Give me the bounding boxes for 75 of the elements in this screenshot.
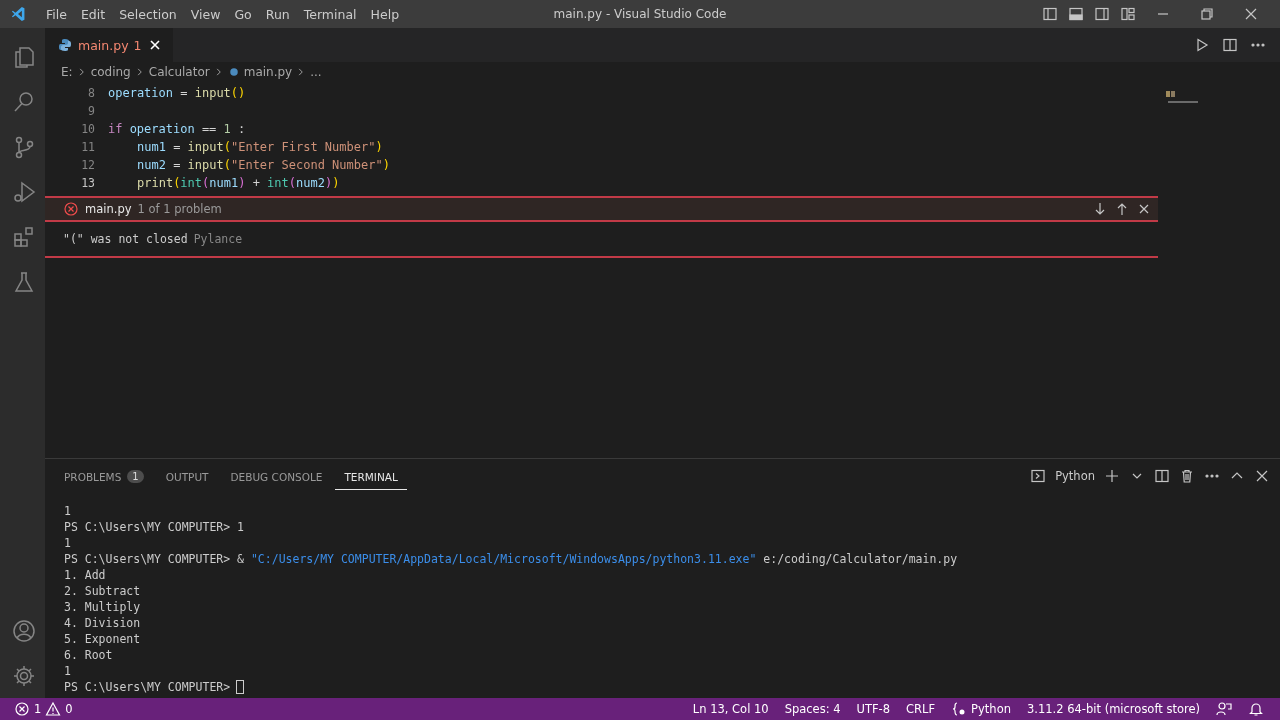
menu-item[interactable]: Run [258, 6, 297, 22]
window-title: main.py - Visual Studio Code [553, 7, 727, 21]
split-terminal-icon[interactable] [1154, 468, 1170, 484]
terminal-line: 1 [64, 664, 71, 678]
panel-layout-icon[interactable] [1068, 6, 1084, 22]
code-line: print(int(num1) + int(num2)) [137, 176, 340, 190]
terminal-line: 6. Root [64, 648, 113, 662]
breadcrumb-item[interactable]: E: [61, 65, 73, 79]
menu-item[interactable]: Selection [112, 6, 184, 22]
terminal-line: 1. Add [64, 568, 106, 582]
terminal-line: 5. Exponent [64, 632, 141, 646]
line-number: 8 [87, 86, 95, 100]
line-number: 12 [80, 158, 95, 172]
plus-icon[interactable] [1104, 468, 1120, 484]
split-editor-icon[interactable] [1222, 37, 1238, 53]
panel-tab[interactable]: DEBUG CONSOLE [221, 462, 332, 490]
python-file-icon [57, 37, 73, 53]
account-icon[interactable] [10, 617, 37, 644]
vscode-logo-icon [9, 5, 27, 23]
error-source: Pylance [193, 232, 243, 246]
terminal-name[interactable]: Python [1055, 469, 1095, 483]
language-mode[interactable]: Python [943, 701, 1019, 717]
menu-item[interactable]: Go [227, 6, 259, 22]
trash-icon[interactable] [1179, 468, 1195, 484]
close-icon[interactable] [1243, 6, 1259, 22]
breadcrumb-item[interactable]: coding [90, 65, 131, 79]
warning-icon [45, 701, 62, 717]
breadcrumb-item[interactable]: ... [310, 65, 322, 79]
error-message: "(" was not closed [63, 232, 188, 246]
bell-icon[interactable] [1248, 701, 1264, 717]
menu-item[interactable]: Help [363, 6, 407, 22]
status-item[interactable]: Ln 13, Col 10 [684, 702, 777, 716]
terminal-line: 1 [64, 504, 71, 518]
line-number: 9 [87, 104, 95, 118]
code-line: operation = input() [108, 86, 246, 100]
panel-tab[interactable]: OUTPUT [156, 462, 218, 490]
split-layout-icon[interactable] [1094, 6, 1110, 22]
menu-item[interactable]: Terminal [296, 6, 364, 22]
terminal-line: 1 [64, 536, 71, 550]
panel-tab[interactable]: PROBLEMS 1 [55, 462, 153, 490]
sidebar-layout-icon[interactable] [1042, 6, 1058, 22]
error-icon [63, 201, 79, 217]
menu-item[interactable]: Edit [73, 6, 113, 22]
terminal-icon[interactable] [1030, 468, 1047, 484]
customize-layout-icon[interactable] [1120, 6, 1136, 22]
peek-file: main.py [85, 202, 132, 216]
line-number: 13 [80, 176, 95, 190]
problems-status[interactable]: 1 0 [0, 701, 81, 717]
menu-item[interactable]: File [39, 6, 74, 22]
code-line: num1 = input("Enter First Number") [137, 140, 383, 154]
status-item[interactable]: UTF-8 [848, 702, 899, 716]
breadcrumb-item[interactable]: main.py [243, 65, 293, 79]
peek-count: 1 of 1 problem [137, 202, 222, 216]
close-icon[interactable] [1254, 468, 1270, 484]
error-icon [14, 701, 30, 717]
code-line: num2 = input("Enter Second Number") [137, 158, 390, 172]
code-line: if operation == 1 : [108, 122, 246, 136]
status-item[interactable]: CRLF [898, 702, 944, 716]
restore-icon[interactable] [1199, 6, 1215, 22]
line-number: 10 [80, 122, 95, 136]
panel-tab[interactable]: TERMINAL [335, 462, 407, 490]
run-icon[interactable] [1194, 37, 1210, 53]
line-number: 11 [80, 140, 95, 154]
terminal-line: 3. Multiply [64, 600, 141, 614]
terminal-line: PS C:\Users\MY COMPUTER> & "C:/Users/MY COMPUTER/AppData/Local/Microsoft/WindowsApps/python3.11.exe" e:/coding/Calculator/main.py [64, 552, 958, 566]
terminal-line: PS C:\Users\MY COMPUTER> [64, 680, 231, 694]
editor-tab[interactable]: main.py 1 [45, 28, 173, 62]
terminal-line: 4. Division [64, 616, 141, 630]
status-item[interactable]: Spaces: 4 [776, 702, 849, 716]
menu-item[interactable]: View [183, 6, 228, 22]
terminal-line: PS C:\Users\MY COMPUTER> 1 [64, 520, 244, 534]
feedback-icon[interactable] [1216, 701, 1232, 717]
status-item[interactable]: 3.11.2 64-bit (microsoft store) [1019, 702, 1208, 716]
terminal-line: 2. Subtract [64, 584, 141, 598]
breadcrumb-item[interactable]: Calculator [148, 65, 210, 79]
